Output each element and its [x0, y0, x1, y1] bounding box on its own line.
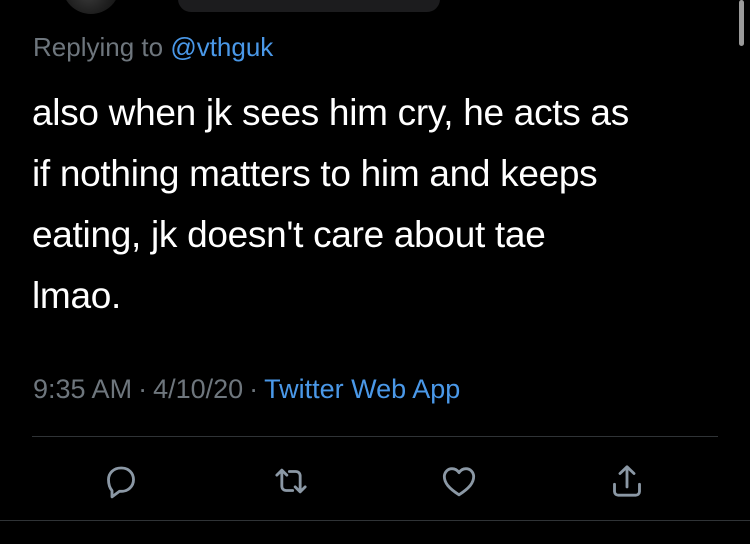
bottom-divider — [0, 520, 750, 521]
like-icon — [442, 467, 476, 497]
retweet-button[interactable] — [268, 458, 314, 504]
tweet-text-line: eating, jk doesn't care about tae — [32, 214, 546, 255]
reply-button[interactable] — [98, 458, 144, 504]
author-avatar[interactable] — [62, 0, 120, 14]
replying-to-line: Replying to @vthguk — [33, 32, 273, 63]
author-name-pill[interactable] — [178, 0, 440, 12]
tweet-text: also when jk sees him cry, he acts as if… — [32, 82, 722, 326]
replying-to-label: Replying to — [33, 32, 164, 62]
meta-separator: · — [249, 374, 259, 404]
tweet-metadata: 9:35 AM · 4/10/20 · Twitter Web App — [33, 374, 460, 405]
tweet-text-line: also when jk sees him cry, he acts as — [32, 92, 629, 133]
tweet-actions-bar — [0, 458, 750, 504]
retweet-icon — [275, 468, 307, 494]
share-button[interactable] — [604, 458, 650, 504]
reply-icon — [107, 466, 135, 499]
tweet-time[interactable]: 9:35 AM — [33, 374, 132, 404]
scrollbar[interactable] — [739, 0, 744, 46]
tweet-text-line: if nothing matters to him and keeps — [32, 153, 598, 194]
tweet-date[interactable]: 4/10/20 — [153, 374, 243, 404]
meta-separator: · — [138, 374, 148, 404]
divider — [32, 436, 718, 437]
tweet-text-line: lmao. — [32, 275, 121, 316]
tweet-source-link[interactable]: Twitter Web App — [264, 374, 460, 404]
like-button[interactable] — [436, 458, 482, 504]
replying-to-handle-link[interactable]: @vthguk — [170, 32, 273, 62]
share-icon — [613, 465, 641, 497]
